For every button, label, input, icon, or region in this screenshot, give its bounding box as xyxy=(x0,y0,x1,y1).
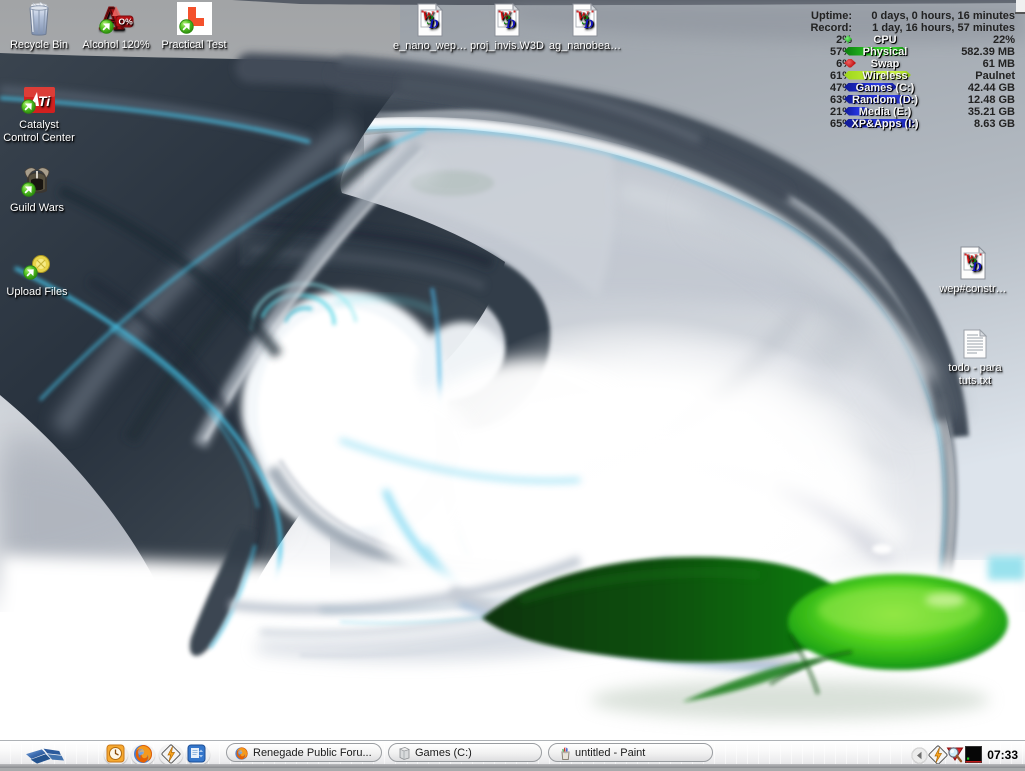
svg-text:O%: O% xyxy=(119,17,134,27)
svg-text:Ti: Ti xyxy=(38,93,51,109)
svg-text:D: D xyxy=(505,16,516,31)
svg-text:D: D xyxy=(428,16,439,31)
svg-text:D: D xyxy=(971,259,982,274)
svg-text:D: D xyxy=(583,16,594,31)
